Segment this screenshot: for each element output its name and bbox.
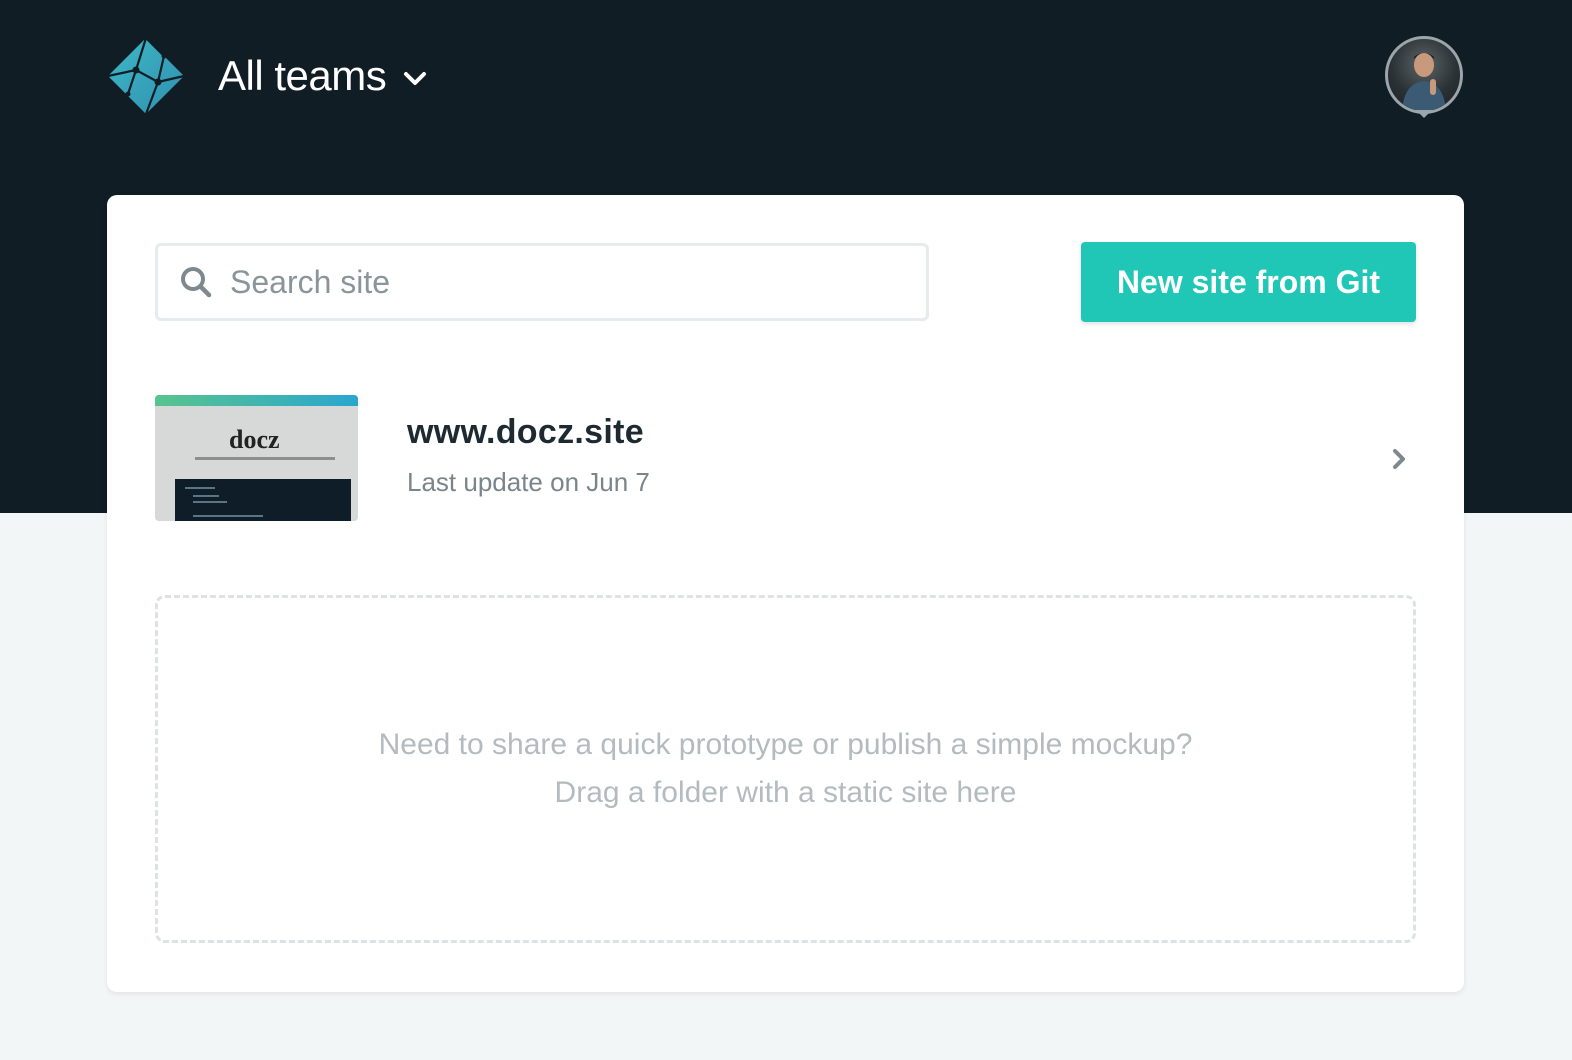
avatar-person-icon (1402, 53, 1446, 111)
chevron-right-icon[interactable] (1391, 447, 1407, 471)
thumbnail-header-bar (155, 395, 358, 406)
site-last-update: Last update on Jun 7 (407, 467, 650, 497)
search-input[interactable] (228, 262, 892, 302)
new-site-from-git-button[interactable]: New site from Git (1081, 242, 1416, 322)
dropzone-line-2: Drag a folder with a static site here (554, 776, 1017, 809)
chevron-down-icon[interactable] (402, 70, 428, 88)
top-nav: All teams (0, 0, 1572, 160)
thumbnail-brand: docz (229, 425, 280, 454)
team-switcher-label[interactable]: All teams (218, 52, 387, 100)
search-box[interactable] (155, 243, 929, 321)
user-avatar[interactable] (1385, 36, 1463, 114)
code-line (193, 501, 227, 503)
dropzone-line-1: Need to share a quick prototype or publi… (378, 728, 1193, 761)
thumbnail-code-block (175, 479, 351, 521)
drag-drop-zone[interactable]: Need to share a quick prototype or publi… (155, 595, 1416, 943)
code-line (193, 515, 263, 517)
search-icon (181, 267, 212, 298)
code-line (193, 495, 219, 497)
thumbnail-tagline (195, 457, 335, 460)
team-switcher[interactable]: All teams (218, 48, 428, 104)
avatar-notch (1416, 110, 1432, 118)
netlify-logo-icon[interactable] (106, 36, 186, 116)
site-name[interactable]: www.docz.site (407, 413, 644, 452)
code-line (185, 487, 215, 489)
sites-card: New site from Git docz www.docz.site Las… (107, 195, 1464, 992)
site-thumbnail[interactable]: docz (155, 395, 358, 521)
site-list-item[interactable]: docz www.docz.site Last update on Jun 7 (155, 395, 1416, 521)
